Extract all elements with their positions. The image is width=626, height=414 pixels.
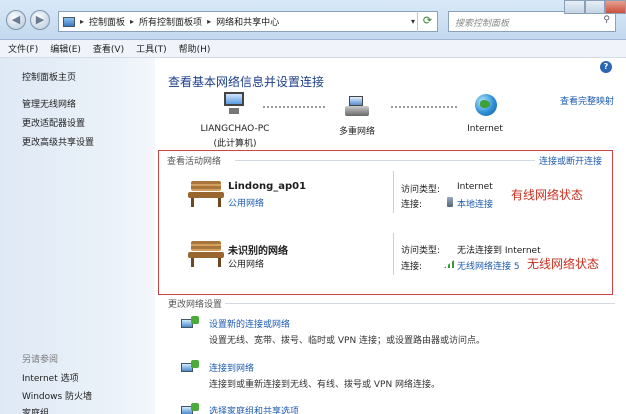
chevron-down-icon[interactable]: ▾ (411, 17, 415, 26)
connection-link[interactable]: 无线网络连接 5 (457, 259, 520, 272)
breadcrumb-separator-icon: ▸ (130, 17, 135, 26)
breadcrumb-all-items[interactable]: 所有控制面板项 (139, 15, 202, 28)
vertical-divider (393, 233, 394, 275)
network-name: 未识别的网络 (228, 246, 288, 257)
internet-globe-icon[interactable] (475, 94, 497, 116)
network-type-label: 公用网络 (228, 260, 265, 270)
active-networks-panel: 查看活动网络 连接或断开连接 Lindong_ap01 公用网络 访问类型: I… (158, 150, 613, 295)
access-type-label: 访问类型: (401, 185, 441, 195)
sidebar-link-homegroup[interactable]: 家庭组 (22, 406, 49, 414)
menu-file[interactable]: 文件(F) (8, 42, 38, 55)
forward-button[interactable]: ▶ (30, 10, 50, 30)
page-title: 查看基本网络信息并设置连接 (168, 75, 325, 89)
wired-status-annotation: 有线网络状态 (511, 188, 584, 202)
change-settings-heading: 更改网络设置 (168, 300, 223, 310)
connect-network-desc: 连接到或重新连接到无线、有线、拨号或 VPN 网络连接。 (209, 380, 441, 390)
window-titlebar: ◀ ▶ ▸ 控制面板 ▸ 所有控制面板项 ▸ 网络和共享中心 ▾ ⟳ 搜索控制面… (0, 0, 626, 40)
access-type-value: Internet (457, 182, 493, 192)
minimize-button[interactable] (564, 0, 585, 14)
pc-name-label: LIANGCHAO-PC (200, 124, 270, 134)
map-connector-line (391, 106, 457, 108)
refresh-icon[interactable]: ⟳ (417, 11, 437, 32)
network-type-link[interactable]: 公用网络 (228, 196, 264, 209)
sidebar-link-home[interactable]: 控制面板主页 (22, 70, 76, 83)
connect-network-link[interactable]: 连接到网络 (209, 361, 254, 374)
menu-view[interactable]: 查看(V) (93, 42, 124, 55)
map-connector-line (263, 106, 325, 108)
breadcrumb-separator-icon: ▸ (80, 17, 85, 26)
breadcrumb-control-panel[interactable]: 控制面板 (89, 15, 125, 28)
see-also-heading: 另请参阅 (22, 355, 59, 365)
sidebar: 控制面板主页 管理无线网络 更改适配器设置 更改高级共享设置 另请参阅 Inte… (0, 58, 155, 414)
network-name: Lindong_ap01 (228, 181, 307, 192)
active-networks-heading: 查看活动网络 (167, 157, 222, 167)
bench-network-icon (187, 241, 225, 267)
search-icon[interactable]: ⚲ (603, 15, 610, 25)
wifi-signal-icon (444, 260, 454, 268)
maximize-button[interactable] (584, 0, 606, 14)
new-connection-link[interactable]: 设置新的连接或网络 (209, 317, 290, 330)
menu-edit[interactable]: 编辑(E) (50, 42, 81, 55)
sidebar-link-wireless[interactable]: 管理无线网络 (22, 97, 76, 110)
ethernet-icon (447, 197, 453, 207)
new-connection-icon (181, 316, 199, 332)
sidebar-link-sharing[interactable]: 更改高级共享设置 (22, 135, 94, 148)
menu-tools[interactable]: 工具(T) (136, 42, 167, 55)
help-icon[interactable]: ? (600, 61, 612, 73)
control-panel-icon (63, 16, 75, 27)
back-button[interactable]: ◀ (6, 10, 26, 30)
bench-network-icon (187, 181, 225, 207)
window-controls (564, 0, 626, 14)
breadcrumb-network-center[interactable]: 网络和共享中心 (216, 15, 279, 28)
homegroup-icon (181, 403, 199, 414)
section-divider (225, 303, 615, 304)
wireless-status-annotation: 无线网络状态 (527, 257, 600, 271)
new-connection-desc: 设置无线、宽带、拨号、临时或 VPN 连接；或设置路由器或访问点。 (209, 336, 486, 346)
menu-help[interactable]: 帮助(H) (179, 42, 211, 55)
connection-label: 连接: (401, 200, 423, 210)
connect-network-icon (181, 360, 199, 376)
multi-network-label: 多重网络 (338, 127, 375, 137)
sidebar-link-adapter[interactable]: 更改适配器设置 (22, 116, 85, 129)
section-divider (235, 160, 535, 161)
computer-icon[interactable] (221, 92, 247, 116)
connect-disconnect-link[interactable]: 连接或断开连接 (539, 154, 602, 167)
search-placeholder: 搜索控制面板 (455, 19, 510, 29)
vertical-divider (393, 171, 394, 213)
sidebar-link-firewall[interactable]: Windows 防火墙 (22, 389, 92, 402)
main-content: ? 查看基本网络信息并设置连接 查看完整映射 LIANGCHAO-PC (此计算… (155, 58, 626, 414)
connection-label: 连接: (401, 262, 423, 272)
connection-link[interactable]: 本地连接 (457, 197, 493, 210)
search-input[interactable]: 搜索控制面板 ⚲ (448, 11, 616, 32)
breadcrumb-separator-icon: ▸ (207, 17, 212, 26)
pc-sub-label: (此计算机) (213, 139, 257, 149)
full-map-link[interactable]: 查看完整映射 (560, 94, 614, 107)
homegroup-link[interactable]: 选择家庭组和共享选项 (209, 404, 299, 414)
access-type-label: 访问类型: (401, 246, 441, 256)
internet-label: Internet (467, 124, 503, 134)
menu-bar: 文件(F) 编辑(E) 查看(V) 工具(T) 帮助(H) (0, 40, 626, 58)
close-button[interactable] (605, 0, 626, 14)
address-bar[interactable]: ▸ 控制面板 ▸ 所有控制面板项 ▸ 网络和共享中心 ▾ ⟳ (58, 11, 438, 32)
multiple-networks-icon[interactable] (345, 96, 369, 118)
sidebar-link-internet-options[interactable]: Internet 选项 (22, 371, 79, 384)
